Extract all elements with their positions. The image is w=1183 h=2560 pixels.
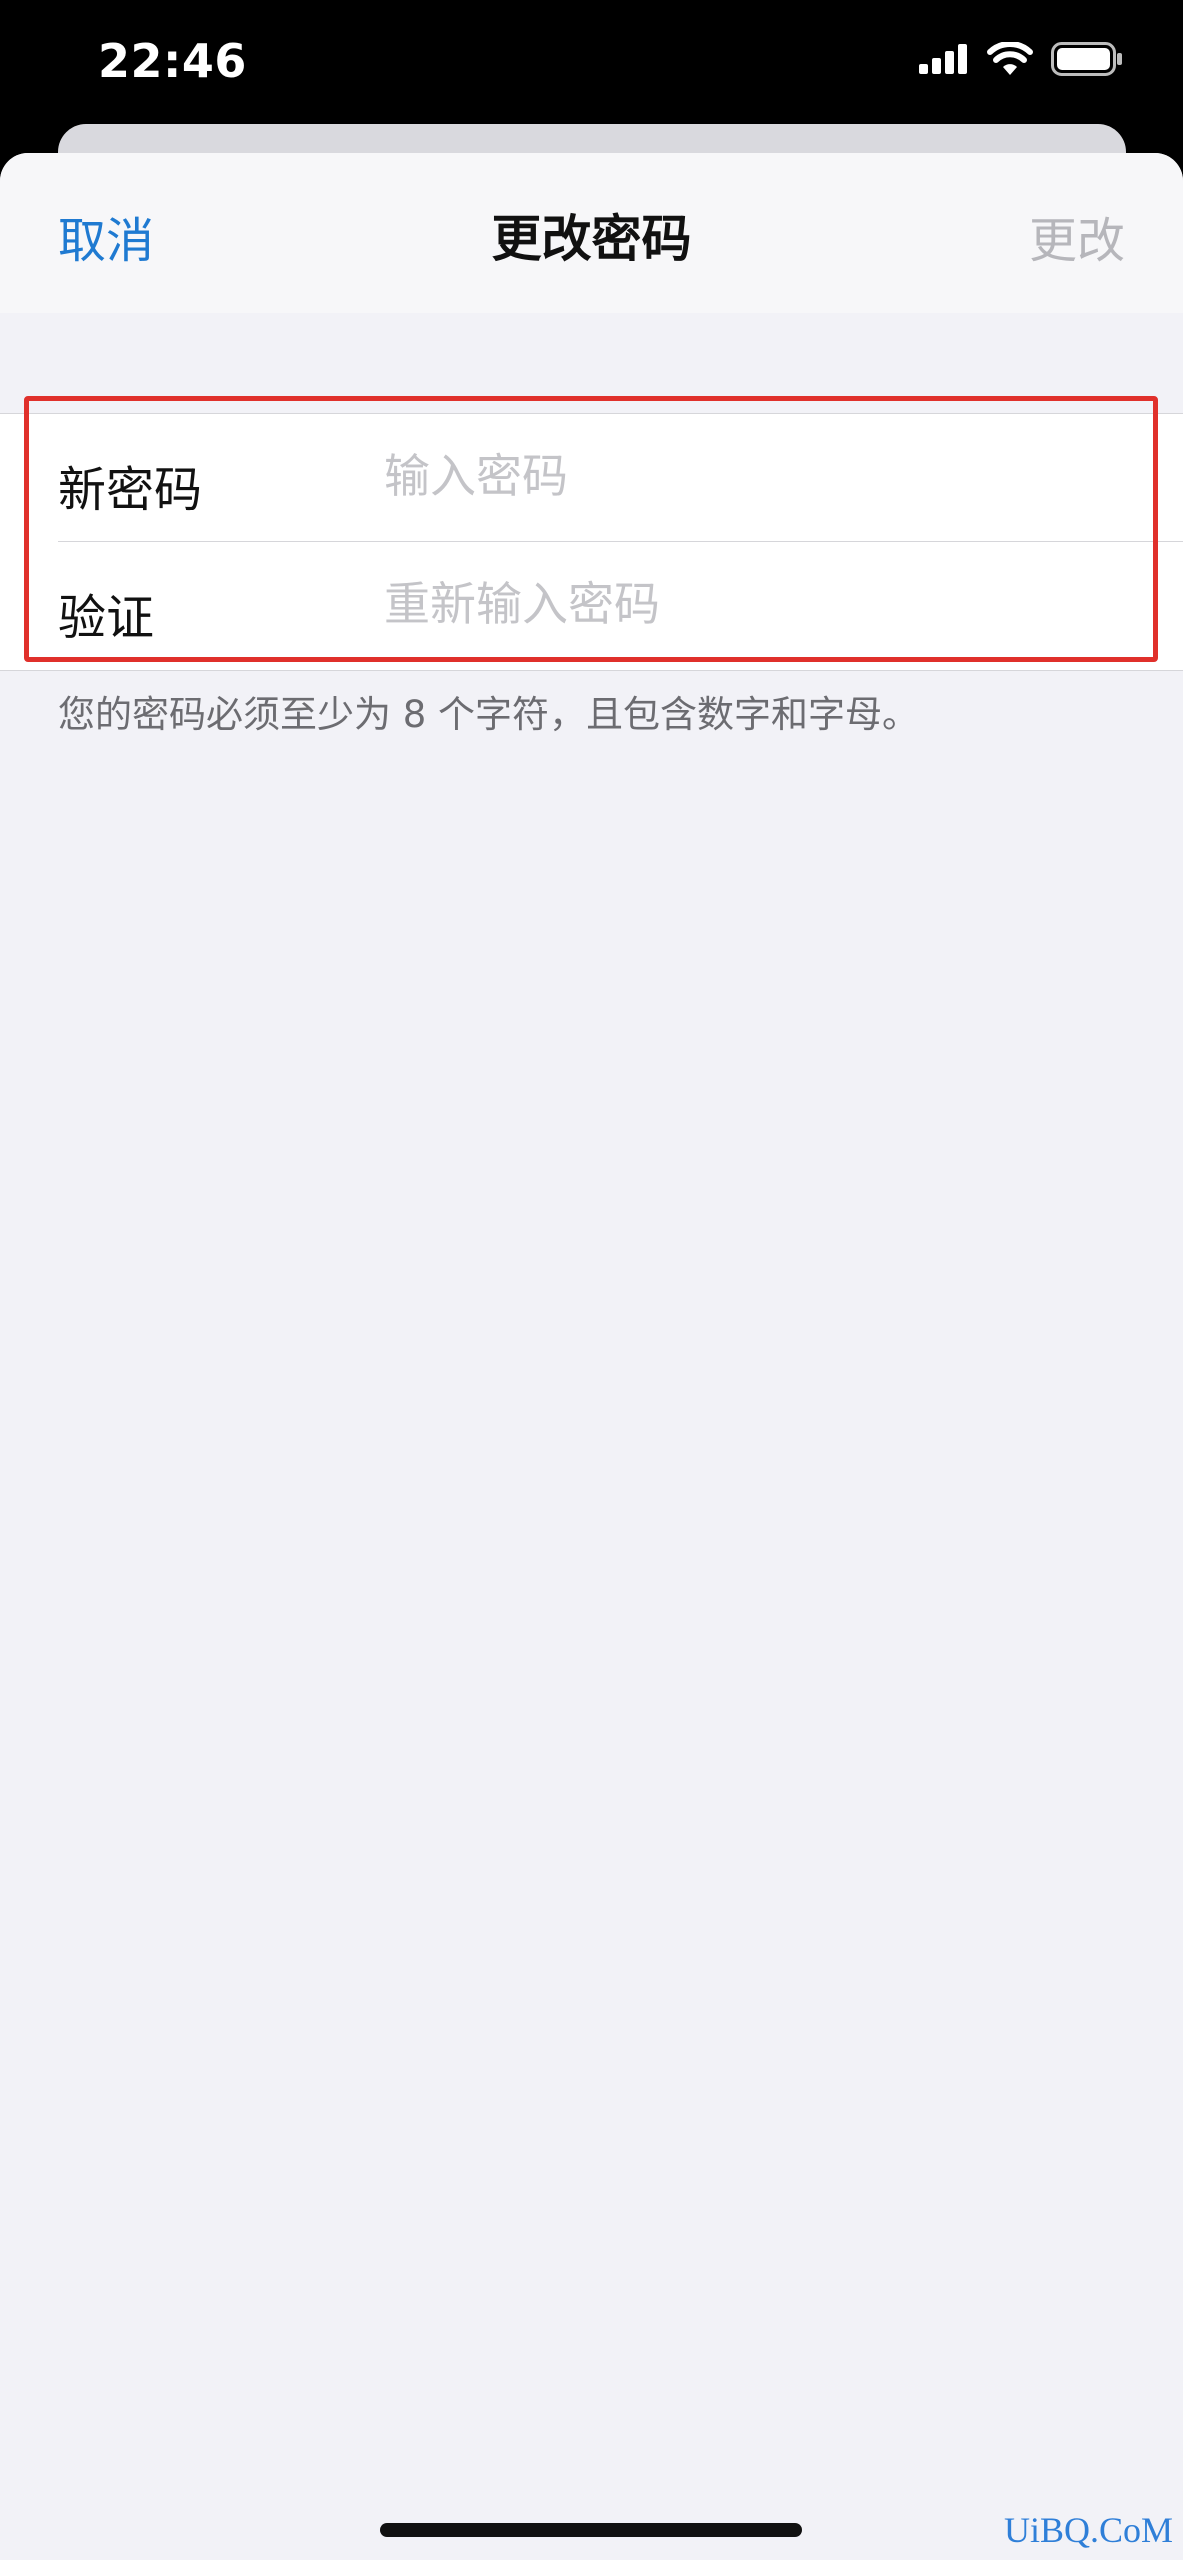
status-icons — [919, 41, 1123, 80]
status-bar: 22:46 — [0, 0, 1183, 130]
page-title: 更改密码 — [491, 210, 692, 268]
home-indicator[interactable] — [380, 2523, 802, 2537]
password-requirement-hint: 您的密码必须至少为 8 个字符，且包含数字和字母。 — [58, 693, 920, 736]
battery-icon — [1051, 42, 1123, 80]
highlight-annotation-box — [24, 396, 1158, 662]
cellular-signal-icon — [919, 44, 969, 78]
change-button[interactable]: 更改 — [1029, 201, 1125, 271]
navigation-bar: 取消 更改密码 更改 — [0, 153, 1183, 313]
watermark: UiBQ.CoM — [1003, 2510, 1173, 2550]
status-time: 22:46 — [98, 34, 247, 88]
change-password-sheet: 取消 更改密码 更改 新密码 验证 您的密码必须至少为 8 个字符，且包含数字和… — [0, 153, 1183, 2560]
wifi-icon — [987, 41, 1033, 80]
